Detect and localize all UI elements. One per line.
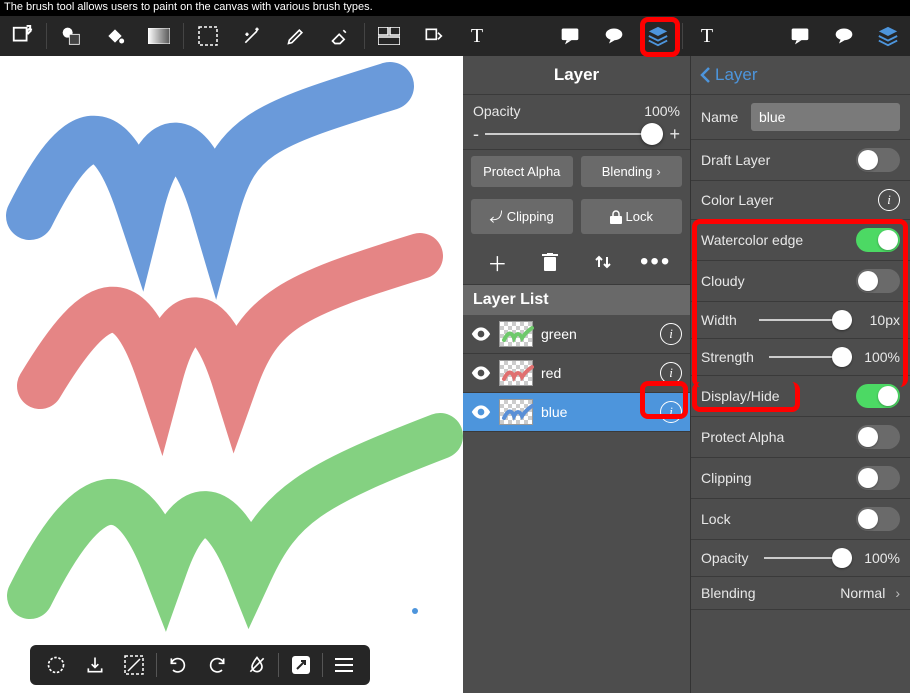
no-drop-icon[interactable] — [239, 647, 275, 683]
width-slider[interactable] — [759, 310, 852, 330]
text-icon-2[interactable]: T — [685, 16, 729, 56]
visibility-icon[interactable] — [471, 405, 491, 419]
protect-alpha-button[interactable]: Protect Alpha — [471, 156, 573, 187]
text-icon[interactable]: T — [455, 16, 499, 56]
display-toggle[interactable] — [856, 384, 900, 408]
clipping-button[interactable]: ⤵Clipping — [471, 199, 573, 234]
draft-toggle[interactable] — [856, 148, 900, 172]
panel-icon[interactable] — [367, 16, 411, 56]
opacity-slider[interactable] — [485, 121, 663, 147]
watercolor-label: Watercolor edge — [701, 232, 856, 248]
strength-value: 100% — [860, 349, 900, 365]
layer-list-header: Layer List — [463, 285, 690, 315]
layer-name: green — [541, 326, 652, 342]
opacity-value: 100% — [644, 103, 680, 119]
opacity-plus[interactable]: + — [669, 124, 680, 145]
layer-info-icon[interactable]: i — [660, 401, 682, 423]
import-icon[interactable] — [77, 647, 113, 683]
visibility-icon[interactable] — [471, 327, 491, 341]
layer-item[interactable]: bluei — [463, 393, 690, 432]
lock-button[interactable]: Lock — [581, 199, 683, 234]
opacity-label-2: Opacity — [701, 550, 756, 566]
width-value: 10px — [860, 312, 900, 328]
chat-icon[interactable] — [592, 16, 636, 56]
lock-toggle[interactable] — [856, 507, 900, 531]
layer-name: blue — [541, 404, 652, 420]
top-toolbar: T T — [0, 16, 910, 56]
layer-info-icon[interactable]: i — [660, 362, 682, 384]
cloudy-label: Cloudy — [701, 273, 856, 289]
top-note: The brush tool allows users to paint on … — [0, 0, 910, 16]
layer-thumb — [499, 321, 533, 347]
chat-icon-2[interactable] — [822, 16, 866, 56]
transform-icon[interactable] — [411, 16, 455, 56]
visibility-icon[interactable] — [471, 366, 491, 380]
clipping-toggle[interactable] — [856, 466, 900, 490]
opacity-value-2: 100% — [860, 550, 900, 566]
menu-icon[interactable] — [326, 647, 362, 683]
share-icon[interactable] — [283, 647, 319, 683]
layer-panel: Layer Opacity 100% - + Protect Alpha Ble… — [463, 56, 691, 693]
layer-thumb — [499, 399, 533, 425]
reorder-layer-icon[interactable] — [585, 244, 621, 280]
strength-label: Strength — [701, 349, 761, 365]
gradient-icon[interactable] — [137, 16, 181, 56]
marquee-icon[interactable] — [186, 16, 230, 56]
layer-name: red — [541, 365, 652, 381]
opacity-label: Opacity — [473, 103, 520, 119]
shapes-icon[interactable] — [49, 16, 93, 56]
layer-panel-title: Layer — [463, 56, 690, 95]
layer-item[interactable]: redi — [463, 354, 690, 393]
layers-icon-2[interactable] — [866, 16, 910, 56]
lock-label: Lock — [701, 511, 856, 527]
comment-icon[interactable] — [548, 16, 592, 56]
layer-item[interactable]: greeni — [463, 315, 690, 354]
layer-thumb — [499, 360, 533, 386]
wand-icon[interactable] — [230, 16, 274, 56]
watercolor-toggle[interactable] — [856, 228, 900, 252]
canvas[interactable] — [0, 56, 463, 693]
clipping-label: Clipping — [701, 470, 856, 486]
layer-detail-panel: Layer Name blue Draft Layer Color Layeri… — [691, 56, 910, 693]
select-icon[interactable] — [116, 647, 152, 683]
draft-label: Draft Layer — [701, 152, 856, 168]
add-layer-icon[interactable]: ＋ — [479, 244, 515, 280]
rotate-icon[interactable] — [38, 647, 74, 683]
eraser-icon[interactable] — [318, 16, 362, 56]
more-layer-icon[interactable]: ••• — [638, 244, 674, 280]
redo-icon[interactable] — [199, 647, 235, 683]
blending-row[interactable]: BlendingNormal› — [691, 577, 910, 610]
opacity-minus[interactable]: - — [473, 124, 479, 145]
color-layer-info-icon[interactable]: i — [878, 189, 900, 211]
display-label: Display/Hide — [701, 388, 856, 404]
width-label: Width — [701, 312, 751, 328]
blending-button[interactable]: Blending› — [581, 156, 683, 187]
strength-slider[interactable] — [769, 347, 852, 367]
bucket-icon[interactable] — [93, 16, 137, 56]
back-button[interactable]: Layer — [691, 56, 910, 95]
opacity-slider-2[interactable] — [764, 548, 852, 568]
pencil-icon[interactable] — [274, 16, 318, 56]
layer-name-input[interactable]: blue — [751, 103, 900, 131]
color-layer-label: Color Layer — [701, 192, 878, 208]
protect-alpha-label: Protect Alpha — [701, 429, 856, 445]
protect-alpha-toggle[interactable] — [856, 425, 900, 449]
comment-icon-2[interactable] — [778, 16, 822, 56]
layer-info-icon[interactable]: i — [660, 323, 682, 345]
canvas-bottom-bar — [30, 645, 370, 685]
fullscreen-icon[interactable] — [0, 16, 44, 56]
cloudy-toggle[interactable] — [856, 269, 900, 293]
name-label: Name — [701, 109, 751, 125]
undo-icon[interactable] — [160, 647, 196, 683]
layers-icon[interactable] — [636, 16, 680, 56]
delete-layer-icon[interactable] — [532, 244, 568, 280]
